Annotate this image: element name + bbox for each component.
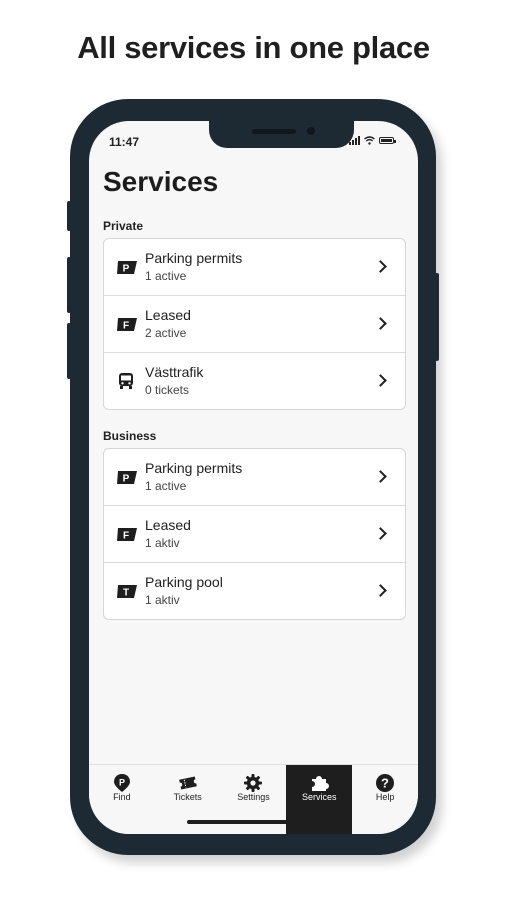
service-title: Parking pool bbox=[145, 574, 223, 590]
volume-up-button bbox=[67, 257, 71, 313]
tab-label: Services bbox=[302, 792, 337, 802]
svg-text:F: F bbox=[123, 531, 129, 542]
service-subtitle: 1 active bbox=[145, 479, 187, 493]
tab-label: Help bbox=[375, 792, 395, 802]
volume-down-button bbox=[67, 323, 71, 379]
find-parking-icon: P bbox=[113, 774, 130, 792]
svg-text:P: P bbox=[119, 778, 125, 788]
signal-icon bbox=[349, 136, 360, 145]
business-services-card: P Parking permits 1 active F Leased 1 ak… bbox=[103, 448, 406, 620]
service-row-business-leased[interactable]: F Leased 1 aktiv bbox=[104, 506, 405, 563]
front-camera bbox=[307, 127, 315, 135]
service-row-business-parking-pool[interactable]: T Parking pool 1 aktiv bbox=[104, 563, 405, 619]
svg-text:?: ? bbox=[381, 776, 389, 791]
tab-label: Settings bbox=[237, 792, 270, 802]
leased-icon: F bbox=[117, 528, 137, 542]
tab-label: Tickets bbox=[173, 792, 202, 802]
headline: All services in one place bbox=[77, 30, 430, 65]
section-label-private: Private bbox=[103, 219, 144, 233]
parking-permit-icon: P bbox=[117, 471, 137, 485]
chevron-right-icon bbox=[374, 260, 387, 273]
chevron-right-icon bbox=[374, 584, 387, 597]
screen: 11:47 Services Private P Parking permits… bbox=[89, 121, 418, 834]
svg-text:P: P bbox=[123, 264, 130, 275]
service-subtitle: 2 active bbox=[145, 326, 187, 340]
service-title: Parking permits bbox=[145, 250, 243, 266]
battery-icon bbox=[379, 137, 396, 144]
service-row-private-vasttrafik[interactable]: Västtrafik 0 tickets bbox=[104, 353, 405, 409]
chevron-right-icon bbox=[374, 317, 387, 330]
chevron-right-icon bbox=[374, 374, 387, 387]
service-title: Parking permits bbox=[145, 460, 243, 476]
service-subtitle: 0 tickets bbox=[145, 383, 190, 397]
help-icon: ? bbox=[376, 774, 395, 792]
service-row-private-leased[interactable]: F Leased 2 active bbox=[104, 296, 405, 353]
gear-icon bbox=[244, 774, 263, 792]
power-button bbox=[435, 273, 439, 361]
parking-pool-icon: T bbox=[117, 585, 137, 599]
leased-icon: F bbox=[117, 318, 137, 332]
service-title: Leased bbox=[145, 517, 191, 533]
notch bbox=[209, 121, 354, 148]
wifi-icon bbox=[364, 136, 375, 145]
section-label-business: Business bbox=[103, 429, 157, 443]
status-icons bbox=[349, 136, 396, 145]
chevron-right-icon bbox=[374, 470, 387, 483]
tab-find[interactable]: P Find bbox=[89, 765, 155, 834]
puzzle-icon bbox=[312, 776, 330, 791]
service-title: Leased bbox=[145, 307, 191, 323]
speaker bbox=[252, 129, 296, 134]
tab-help[interactable]: ? Help bbox=[352, 765, 418, 834]
page-title: Services bbox=[103, 166, 219, 197]
phone-frame: 11:47 Services Private P Parking permits… bbox=[67, 99, 439, 855]
svg-text:F: F bbox=[123, 321, 129, 332]
service-title: Västtrafik bbox=[145, 364, 204, 380]
service-subtitle: 1 aktiv bbox=[145, 536, 180, 550]
service-row-private-parking-permits[interactable]: P Parking permits 1 active bbox=[104, 239, 405, 296]
tab-label: Find bbox=[113, 792, 131, 802]
home-indicator bbox=[187, 820, 321, 824]
svg-text:T: T bbox=[123, 588, 129, 599]
private-services-card: P Parking permits 1 active F Leased 2 ac… bbox=[103, 238, 406, 410]
service-subtitle: 1 active bbox=[145, 269, 187, 283]
parking-permit-icon: P bbox=[117, 261, 137, 275]
chevron-right-icon bbox=[374, 527, 387, 540]
status-time: 11:47 bbox=[109, 135, 140, 149]
service-subtitle: 1 aktiv bbox=[145, 593, 180, 607]
service-row-business-parking-permits[interactable]: P Parking permits 1 active bbox=[104, 449, 405, 506]
tickets-icon bbox=[178, 776, 197, 790]
bus-icon bbox=[119, 373, 133, 389]
svg-text:P: P bbox=[123, 474, 130, 485]
mute-switch bbox=[67, 201, 71, 231]
